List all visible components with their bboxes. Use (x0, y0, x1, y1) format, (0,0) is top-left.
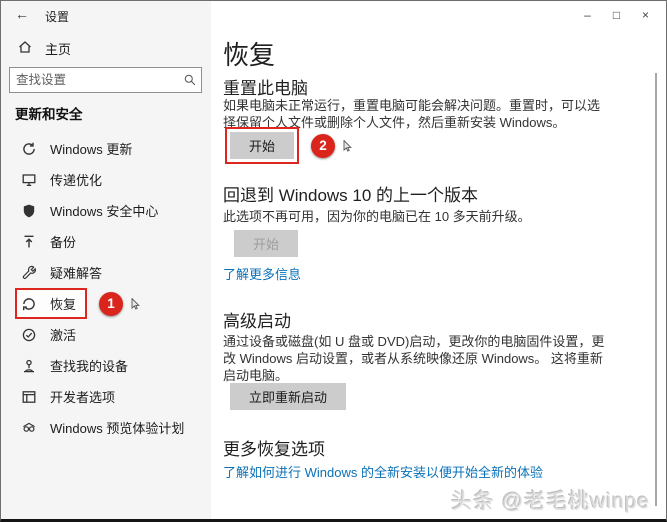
sidebar-item-box: 开发者选项 (15, 381, 126, 412)
annotation-box-2: 开始 (225, 127, 300, 164)
sidebar-item-label: Windows 预览体验计划 (50, 421, 185, 436)
advanced-startup-description: 通过设备或磁盘(如 U 盘或 DVD)启动，更改你的电脑固件设置，更 改 Win… (223, 334, 605, 383)
reset-pc-heading: 重置此电脑 (223, 79, 308, 98)
sidebar-item-box: Windows 更新 (15, 133, 143, 164)
sidebar-item-label: 开发者选项 (50, 390, 116, 405)
vertical-scrollbar[interactable] (655, 73, 657, 506)
sidebar-item-activation-check[interactable]: 激活 (1, 319, 211, 350)
sidebar-item-label: 备份 (50, 235, 77, 250)
reset-pc-description: 如果电脑未正常运行，重置电脑可能会解决问题。重置时，可以选 择保留个人文件或删除… (223, 98, 601, 130)
sidebar-item-recovery[interactable]: 恢复 1 (1, 288, 211, 319)
activation-check-icon (21, 327, 37, 343)
go-back-description: 此选项不再可用，因为你的电脑已在 10 多天前升级。 (223, 209, 531, 224)
sidebar-item-box: Windows 预览体验计划 (15, 412, 195, 443)
sidebar-item-windows-insider[interactable]: Windows 预览体验计划 (1, 412, 211, 443)
main-content: 恢复 重置此电脑 如果电脑未正常运行，重置电脑可能会解决问题。重置时，可以选 择… (223, 1, 653, 519)
sidebar-item-box: 激活 (15, 319, 87, 350)
sidebar-item-box: 备份 (15, 226, 87, 257)
sidebar-item-home[interactable]: 主页 (17, 39, 71, 58)
home-icon (17, 39, 33, 58)
search-icon[interactable] (183, 73, 197, 87)
sidebar-item-label: 查找我的设备 (50, 359, 129, 374)
fresh-start-link[interactable]: 了解如何进行 Windows 的全新安装以便开始全新的体验 (223, 462, 543, 481)
developer-options-icon (21, 389, 37, 405)
find-my-device-icon (21, 358, 37, 374)
mouse-cursor-icon (131, 297, 140, 310)
search-input[interactable] (10, 73, 183, 87)
delivery-optimization-icon (21, 172, 37, 188)
sidebar-nav: Windows 更新 传递优化 Windows 安全中心 备份疑难解答恢复 1 激活查找我… (1, 133, 211, 443)
mouse-cursor-icon (343, 139, 352, 152)
more-recovery-options-heading: 更多恢复选项 (223, 440, 325, 459)
sidebar-item-troubleshoot-wrench[interactable]: 疑难解答 (1, 257, 211, 288)
sidebar-item-windows-security-shield[interactable]: Windows 安全中心 (1, 195, 211, 226)
windows-insider-icon (21, 420, 37, 436)
go-back-get-started-button-disabled: 开始 (234, 230, 299, 257)
window-title: 设置 (45, 10, 70, 24)
sidebar-selected-box: 恢复 (15, 288, 88, 319)
reset-get-started-button[interactable]: 开始 (230, 132, 295, 159)
sidebar-item-box: 查找我的设备 (15, 350, 139, 381)
sidebar-item-windows-update[interactable]: Windows 更新 (1, 133, 211, 164)
annotation-badge-2: 2 (311, 133, 336, 158)
sidebar-item-label: 传递优化 (50, 173, 103, 188)
troubleshoot-wrench-icon (21, 265, 37, 281)
recovery-icon (21, 296, 37, 312)
watermark-text: 头条 @老毛桃winpe (450, 490, 650, 513)
sidebar-item-box: Windows 安全中心 (15, 195, 169, 226)
sidebar-item-find-my-device[interactable]: 查找我的设备 (1, 350, 211, 381)
sidebar-item-delivery-optimization[interactable]: 传递优化 (1, 164, 211, 195)
advanced-startup-heading: 高级启动 (223, 312, 291, 331)
windows-update-icon (21, 141, 37, 157)
sidebar-item-developer-options[interactable]: 开发者选项 (1, 381, 211, 412)
reset-pc-button-row: 开始 2 (225, 127, 352, 164)
restart-now-button[interactable]: 立即重新启动 (230, 383, 347, 410)
sidebar-item-label: Windows 安全中心 (50, 204, 159, 219)
settings-search-box[interactable] (9, 67, 202, 93)
windows-security-shield-icon (21, 203, 37, 219)
annotation-badge-1: 1 (99, 291, 124, 316)
sidebar-item-label: Windows 更新 (50, 142, 133, 157)
home-label: 主页 (45, 42, 72, 57)
sidebar-item-label: 疑难解答 (50, 266, 103, 281)
learn-more-link[interactable]: 了解更多信息 (223, 264, 301, 283)
backup-icon (21, 234, 37, 250)
sidebar-section-header: 更新和安全 (15, 107, 83, 122)
sidebar-item-box: 疑难解答 (15, 257, 113, 288)
sidebar-item-backup[interactable]: 备份 (1, 226, 211, 257)
sidebar-item-box: 传递优化 (15, 164, 113, 195)
go-back-heading: 回退到 Windows 10 的上一个版本 (223, 186, 479, 205)
page-title: 恢复 (223, 40, 276, 70)
sidebar-item-label: 激活 (50, 328, 77, 343)
back-arrow-icon[interactable]: ← (15, 6, 29, 22)
sidebar-item-label: 恢复 (50, 297, 77, 312)
